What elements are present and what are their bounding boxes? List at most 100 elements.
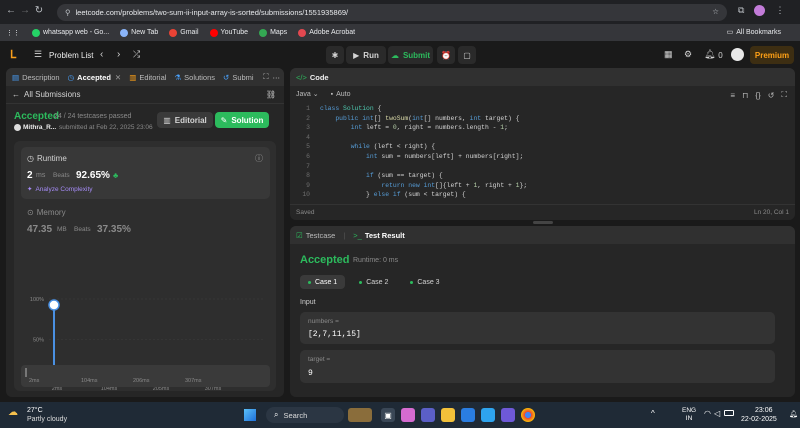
tab-accepted[interactable]: ◷ Accepted ✕	[68, 73, 122, 82]
chrome-icon[interactable]	[521, 408, 535, 422]
solution-button[interactable]: ✎ Solution	[215, 112, 269, 128]
braces-icon[interactable]: {}	[755, 91, 760, 100]
apps-icon[interactable]: ⋮⋮	[6, 29, 20, 37]
more-icon[interactable]: ⋯	[273, 73, 281, 82]
extensions-icon[interactable]: ⧉	[738, 5, 744, 16]
bookmark-icon[interactable]: ⊓	[742, 91, 748, 100]
next-problem-icon[interactable]: ›	[117, 49, 120, 60]
code-line[interactable]: 1 class Solution {	[290, 104, 795, 114]
debug-button[interactable]: ✱	[326, 46, 344, 64]
all-bookmarks[interactable]: ▭ All Bookmarks	[727, 28, 781, 37]
bookmark-new-tab[interactable]: New Tab	[120, 28, 158, 37]
bookmark-maps[interactable]: Maps	[259, 28, 287, 37]
streak-counter[interactable]: 🔥 0	[704, 50, 722, 61]
problem-list-link[interactable]: Problem List	[49, 51, 93, 60]
weather-icon[interactable]: ☁	[8, 407, 18, 418]
mode-label[interactable]: Auto	[336, 91, 350, 98]
clock-date[interactable]: 22-02-2025	[741, 416, 777, 423]
memory-box[interactable]: ⊙ Memory 47.35 MB Beats 37.35%	[21, 205, 270, 245]
analyze-complexity-link[interactable]: ✦ Analyze Complexity	[27, 185, 93, 194]
weather-text[interactable]: Partly cloudy	[27, 416, 67, 423]
case-1-button[interactable]: Case 1	[300, 275, 346, 289]
prev-problem-icon[interactable]: ‹	[100, 49, 103, 60]
code-line[interactable]: 6 int sum = numbers[left] + numbers[righ…	[290, 152, 795, 162]
chart-range-selector[interactable]: 2ms 104ms 206ms 307ms	[21, 365, 270, 387]
code-line[interactable]: 7	[290, 162, 795, 172]
all-submissions-link[interactable]: ← All Submissions	[12, 90, 80, 99]
notification-bell-icon[interactable]: 🔔︎	[789, 410, 798, 418]
submit-button[interactable]: ☁ Submit	[388, 46, 433, 64]
taskbar-search[interactable]: ⌕ Search	[266, 407, 344, 423]
volume-icon[interactable]: ◁	[714, 409, 720, 418]
timer-button[interactable]: ⏰	[437, 46, 455, 64]
code-line[interactable]: 3 int left = 0, right = numbers.length -…	[290, 123, 795, 133]
bookmark-adobe[interactable]: Adobe Acrobat	[298, 28, 355, 37]
task-view-icon[interactable]: ▣	[381, 408, 395, 422]
code-line[interactable]: 4	[290, 133, 795, 143]
reload-icon[interactable]: ↻	[32, 5, 46, 16]
bookmark-youtube[interactable]: YouTube	[209, 28, 248, 37]
layout-icon[interactable]: ▦	[664, 49, 673, 60]
forward-icon[interactable]: →	[18, 5, 32, 16]
language-select[interactable]: Java ⌄	[296, 90, 319, 98]
language-indicator[interactable]: ENG IN	[682, 407, 696, 423]
tab-description[interactable]: ▤ Description	[12, 73, 60, 82]
copilot-icon[interactable]	[401, 408, 415, 422]
bookmark-star-icon[interactable]: ☆	[712, 7, 719, 16]
resize-handle[interactable]	[533, 221, 553, 224]
problem-list-icon[interactable]: ☰	[34, 49, 42, 60]
range-handle[interactable]	[25, 368, 27, 377]
site-info-icon[interactable]: ⚲	[65, 8, 71, 17]
run-button[interactable]: ▶ Run	[346, 46, 386, 64]
leetcode-logo[interactable]: ᒪ	[10, 48, 16, 61]
premium-button[interactable]: Premium	[750, 46, 794, 64]
widget-thumbnail[interactable]	[348, 408, 372, 422]
bookmark-gmail[interactable]: Gmail	[169, 28, 199, 37]
notes-button[interactable]: ▢	[458, 46, 476, 64]
maximize-icon[interactable]: ⛶	[263, 72, 268, 82]
wifi-icon[interactable]: ◠	[704, 409, 711, 418]
format-icon[interactable]: ≡	[730, 91, 735, 100]
bookmark-whatsapp[interactable]: whatsapp web - Go...	[32, 28, 109, 37]
code-line[interactable]: 10 } else if (sum < target) {	[290, 190, 795, 200]
back-icon[interactable]: ←	[4, 5, 18, 16]
temperature[interactable]: 27°C	[27, 407, 43, 414]
tab-code[interactable]: </> Code	[296, 73, 329, 82]
case-2-button[interactable]: Case 2	[351, 275, 396, 289]
start-icon[interactable]	[244, 409, 256, 421]
user-avatar[interactable]	[731, 48, 744, 61]
teams-icon[interactable]	[421, 408, 435, 422]
tab-test-result[interactable]: >_ Test Result	[353, 231, 404, 240]
reset-icon[interactable]: ↺	[768, 91, 775, 100]
share-link-icon[interactable]: ⛓	[266, 90, 276, 99]
code-line[interactable]: 8 if (sum == target) {	[290, 171, 795, 181]
info-icon[interactable]: ⓘ	[255, 153, 263, 164]
code-line[interactable]: 9 return new int[]{left + 1, right + 1};	[290, 181, 795, 191]
tray-chevron-icon[interactable]: ^	[651, 409, 655, 418]
settings-icon[interactable]: ⚙	[684, 49, 692, 60]
menu-icon[interactable]: ⋮	[775, 5, 784, 16]
tab-solutions[interactable]: ⚗ Solutions	[174, 73, 215, 82]
runtime-box[interactable]: ◷ Runtime ⓘ 2 ms Beats 92.65% ♣ ✦ Analyz…	[21, 147, 270, 199]
photos-icon[interactable]	[481, 408, 495, 422]
media-icon[interactable]	[501, 408, 515, 422]
tab-submissions[interactable]: ↺ Submi	[223, 73, 254, 82]
shuffle-icon[interactable]: ⤮	[133, 49, 140, 60]
code-line[interactable]: 2 public int[] twoSum(int[] numbers, int…	[290, 114, 795, 124]
profile-avatar[interactable]	[754, 5, 766, 16]
close-tab-icon[interactable]: ✕	[115, 73, 121, 82]
tab-testcase[interactable]: ☑ Testcase	[296, 231, 335, 240]
submitter-avatar[interactable]	[14, 124, 21, 131]
url-bar[interactable]: ⚲ leetcode.com/problems/two-sum-ii-input…	[57, 4, 727, 21]
submitter-name[interactable]: Mithra_R...	[23, 124, 56, 131]
store-icon[interactable]	[461, 408, 475, 422]
code-editor[interactable]: 1 class Solution {2 public int[] twoSum(i…	[290, 104, 795, 200]
clock-time[interactable]: 23:06	[755, 407, 773, 414]
battery-icon[interactable]	[724, 410, 734, 416]
tab-editorial[interactable]: ▥ Editorial	[129, 73, 166, 82]
file-explorer-icon[interactable]	[441, 408, 455, 422]
fullscreen-icon[interactable]: ⛶	[781, 90, 787, 100]
case-3-button[interactable]: Case 3	[402, 275, 447, 289]
editorial-button[interactable]: ▥ Editorial	[157, 112, 213, 128]
code-line[interactable]: 5 while (left < right) {	[290, 142, 795, 152]
